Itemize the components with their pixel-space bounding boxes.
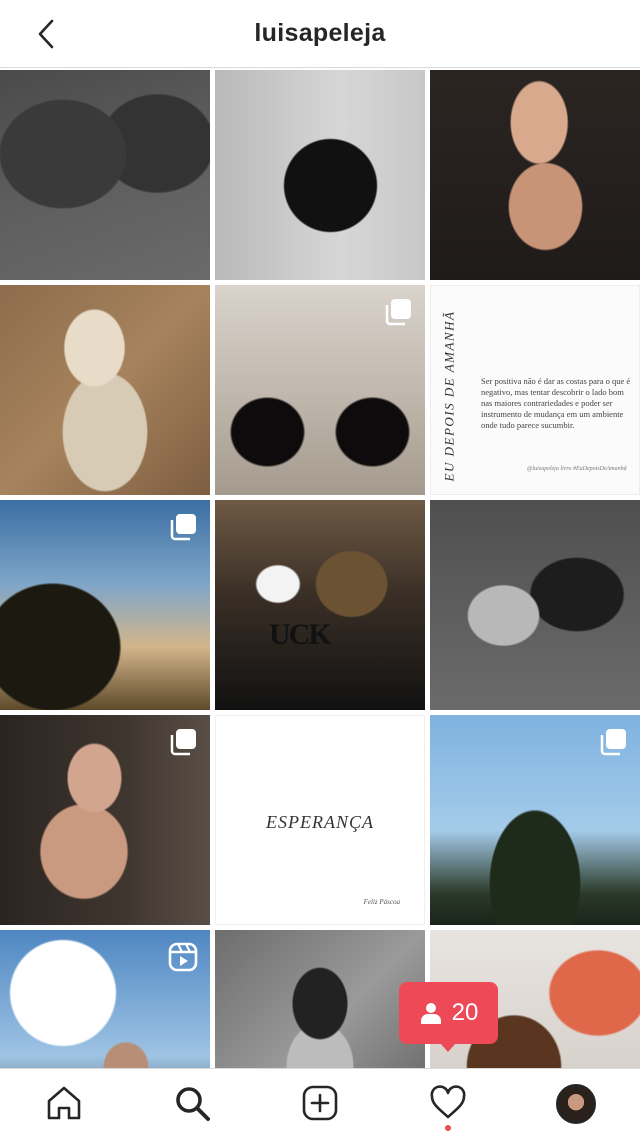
top-bar: luisapeleja: [0, 0, 640, 68]
carousel-icon: [600, 729, 626, 756]
post-tile[interactable]: [430, 500, 640, 710]
carousel-icon: [170, 514, 196, 541]
chevron-left-icon: [38, 19, 54, 49]
profile-username: luisapeleja: [254, 19, 386, 47]
bottom-navigation: [0, 1068, 640, 1138]
post-tile[interactable]: ESPERANÇA Feliz Páscoa: [215, 715, 425, 925]
posts-grid: EU DEPOIS DE AMANHÃ Ser positiva não é d…: [0, 70, 640, 1138]
search-icon: [176, 1087, 210, 1121]
esperanca-subtitle: Feliz Páscoa: [363, 898, 400, 906]
post-tile[interactable]: [0, 500, 210, 710]
activity-dot: [445, 1125, 451, 1131]
book-quote: Ser positiva não é dar as costas para o …: [481, 376, 631, 430]
esperanca-word: ESPERANÇA: [266, 812, 374, 832]
post-tile[interactable]: EU DEPOIS DE AMANHÃ Ser positiva não é d…: [430, 285, 640, 495]
carousel-icon: [385, 299, 411, 326]
post-tile[interactable]: [0, 285, 210, 495]
person-icon: [420, 1003, 441, 1024]
mug-print: UCK: [269, 618, 332, 651]
post-tile[interactable]: [430, 715, 640, 925]
nav-search[interactable]: [172, 1083, 212, 1123]
post-tile[interactable]: [0, 715, 210, 925]
post-tile[interactable]: [215, 285, 425, 495]
new-followers-notification[interactable]: 20: [399, 982, 498, 1052]
book-spine-title: EU DEPOIS DE AMANHÃ: [441, 310, 456, 482]
back-button[interactable]: [28, 16, 64, 52]
home-icon: [47, 1086, 81, 1120]
book-handle: @luisapeleja livro #EuDepoisDeAmanhã: [527, 466, 627, 472]
carousel-icon: [170, 729, 196, 756]
post-tile[interactable]: UCK: [215, 500, 425, 710]
profile-avatar[interactable]: [556, 1084, 596, 1124]
nav-home[interactable]: [44, 1083, 84, 1123]
notification-count: 20: [451, 999, 479, 1026]
nav-new-post[interactable]: [300, 1083, 340, 1123]
post-tile[interactable]: [430, 70, 640, 280]
heart-icon: [430, 1085, 466, 1119]
post-tile[interactable]: [0, 70, 210, 280]
post-tile[interactable]: [215, 70, 425, 280]
nav-activity[interactable]: [428, 1083, 468, 1123]
add-post-icon: [302, 1085, 338, 1121]
reels-icon: [168, 942, 198, 972]
